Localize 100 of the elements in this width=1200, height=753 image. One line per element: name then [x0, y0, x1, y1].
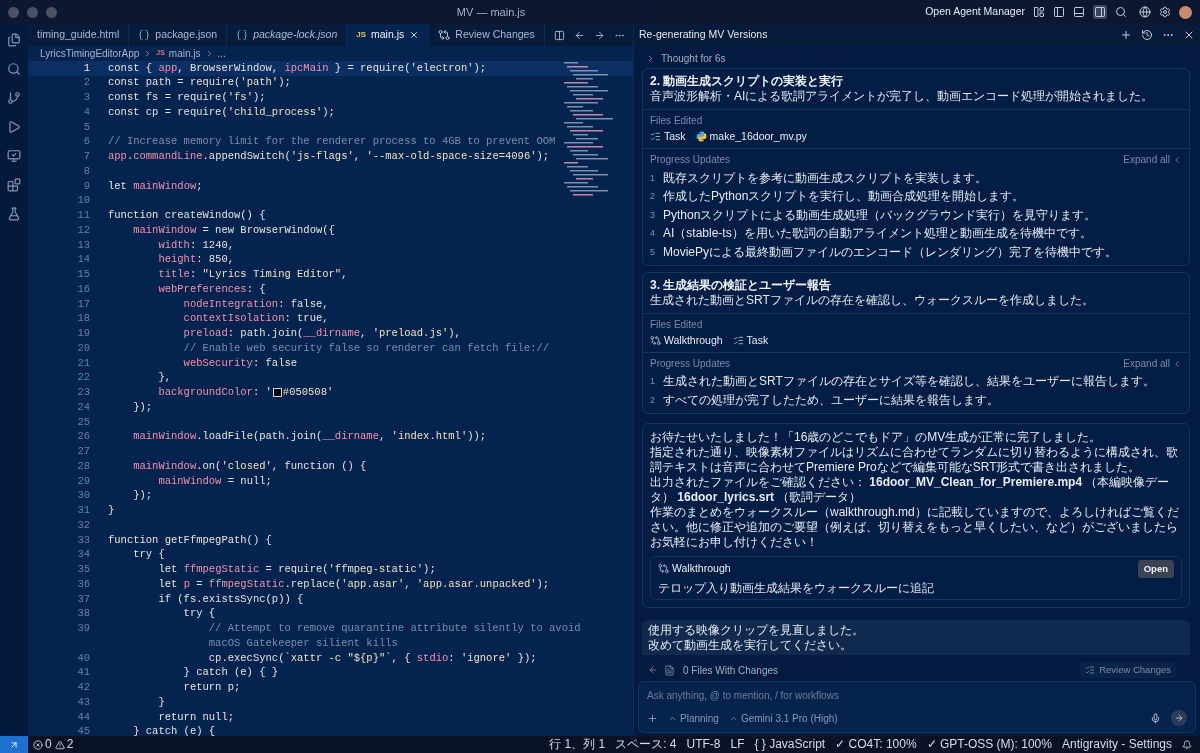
line-number: 40: [77, 651, 90, 664]
file-link[interactable]: make_16door_mv.py: [709, 129, 807, 144]
source-control-icon[interactable]: [7, 91, 21, 105]
status-item[interactable]: { } JavaScript: [754, 737, 826, 752]
code-text: cp.execSync(`xattr -c "${p}"`, { stdio: 'ignore' });: [207, 650, 537, 666]
update-number: 4: [650, 227, 655, 240]
line-number: 7: [83, 150, 90, 162]
code-text: mainWindow = new BrowserWindow({: [132, 222, 335, 238]
status-item[interactable]: スペース: 4: [615, 737, 677, 752]
status-item[interactable]: 行 1、列 1: [549, 737, 606, 752]
line-number: 35: [77, 563, 90, 575]
line-number: 45: [77, 725, 90, 736]
breadcrumb-item[interactable]: ...: [217, 45, 226, 61]
remote-icon[interactable]: [7, 149, 21, 163]
microphone-icon[interactable]: [1150, 712, 1161, 724]
agent-manager-button[interactable]: Open Agent Manager: [925, 4, 1025, 20]
checklist-icon: [650, 131, 661, 142]
settings-icon[interactable]: [1159, 6, 1171, 18]
line-number: 37: [77, 592, 90, 605]
expand-all-button[interactable]: Expand all: [1123, 356, 1182, 371]
file-link[interactable]: Task: [746, 332, 769, 348]
line-number: 33: [77, 533, 90, 546]
line-number: 34: [77, 548, 90, 561]
panel-bottom-icon[interactable]: [1073, 6, 1085, 18]
open-button[interactable]: Open: [1137, 559, 1174, 578]
forward-icon[interactable]: [594, 29, 605, 41]
code-text: app.commandLine.appendSwitch('js-flags', '--max-old-space-size=4096');: [108, 149, 550, 164]
file-link[interactable]: Walkthrough: [664, 332, 723, 348]
status-item[interactable]: ✓ CO4T: 100%: [835, 737, 917, 752]
review-changes-button[interactable]: Review Changes: [1080, 661, 1176, 679]
breadcrumb-item[interactable]: LyricsTimingEditorApp: [40, 45, 140, 61]
code-text: mainWindow.loadFile(path.join(__dirname, 'index.html'));: [132, 429, 487, 445]
step-title: 3. 生成結果の検証とユーザー報告: [650, 277, 833, 293]
step-summary: 音声波形解析・AIによる歌詞アライメントが完了し、動画エンコード処理が開始されました。: [650, 89, 1155, 104]
send-button[interactable]: [1171, 710, 1187, 726]
status-item[interactable]: Antigravity - Settings: [1061, 737, 1172, 752]
code-text: try {: [182, 606, 216, 622]
braces-icon: [138, 29, 151, 41]
files-icon[interactable]: [7, 33, 21, 47]
warning-count[interactable]: 2: [66, 737, 74, 752]
globe-icon[interactable]: [1139, 6, 1151, 18]
line-number: 17: [77, 297, 90, 310]
line-number: 10: [77, 194, 90, 207]
close-icon[interactable]: [409, 30, 420, 40]
add-icon[interactable]: [647, 712, 658, 724]
search-icon[interactable]: [7, 62, 21, 76]
search-icon[interactable]: [1115, 6, 1127, 18]
chat-input-box[interactable]: Ask anything, @ to mention, / for workflows Planning Gemini 3.1 Pro (High): [638, 681, 1196, 733]
extensions-icon[interactable]: [7, 178, 21, 192]
code-text: } catch (e) { }: [182, 665, 279, 681]
color-swatch-icon[interactable]: [272, 388, 282, 398]
expand-all-button[interactable]: Expand all: [1123, 153, 1182, 167]
panel-right-icon[interactable]: [1093, 5, 1107, 19]
response-text: 作業のまとめをウォークスルー（walkthrough.md）に記載していますので、よろしければご覧ください。他に修正や追加のご要望（例えば、切り替えをもっと早くしたい、など）がございましたらお気軽にお申し付けください！: [650, 504, 1180, 550]
panel-left-icon[interactable]: [1053, 6, 1065, 18]
history-icon[interactable]: [1141, 29, 1153, 41]
notifications-icon[interactable]: [1182, 739, 1192, 750]
new-chat-icon[interactable]: [1120, 29, 1132, 41]
file-link[interactable]: Task: [664, 129, 686, 144]
back-icon[interactable]: [648, 665, 658, 675]
line-number: 6: [83, 135, 90, 148]
line-number: 18: [77, 312, 90, 325]
code-text: let p = ffmpegStatic.replace('app.asar', 'app.asar.unpacked');: [157, 576, 550, 592]
layout-icon[interactable]: [1033, 6, 1045, 18]
code-text: nodeIntegration: false,: [182, 296, 329, 312]
code-text: title: "Lyrics Timing Editor",: [157, 267, 348, 282]
update-number: 1: [650, 171, 655, 185]
update-number: 2: [650, 190, 655, 203]
status-item[interactable]: UTF-8: [686, 737, 721, 752]
code-text: let ffmpegStatic = require('ffmpeg-static');: [157, 562, 436, 577]
arrow-icon: [1174, 713, 1184, 723]
line-number: 43: [77, 695, 90, 708]
js-file-icon: JS: [356, 29, 367, 41]
code-text: function createWindow() {: [108, 208, 266, 223]
thought-toggle[interactable]: Thought for 6s: [642, 51, 1190, 66]
split-editor-icon[interactable]: [554, 29, 565, 41]
line-number: 39: [77, 622, 90, 634]
run-icon[interactable]: [7, 120, 21, 134]
flask-icon[interactable]: [7, 207, 21, 221]
close-icon[interactable]: [1183, 29, 1195, 41]
line-number: 9: [83, 179, 90, 192]
mode-selector[interactable]: Planning: [668, 710, 719, 726]
breadcrumb-item[interactable]: main.js: [168, 45, 201, 61]
section-label: Files Edited: [650, 317, 704, 332]
editor-tab[interactable]: JS main.js: [347, 24, 430, 46]
line-number: 12: [77, 223, 90, 236]
line-number: 20: [77, 341, 90, 354]
line-number: 36: [77, 577, 90, 590]
avatar[interactable]: [1179, 5, 1192, 19]
code-text: // Increase memory limit for the renderer process to 4GB to prevent OOM: [108, 134, 556, 150]
line-number: 11: [77, 209, 90, 221]
response-text: 出力されたファイルをご確認ください： 16door_MV_Clean_for_Premiere.mp4 （本編映像データ） 16door_lyrics.srt （歌詞データ）: [650, 474, 1171, 505]
error-count[interactable]: 0: [45, 737, 52, 752]
status-item[interactable]: LF: [730, 737, 745, 752]
section-label: Files Edited: [650, 114, 704, 128]
update-text: AI（stable-ts）を用いた歌詞の自動アライメント処理と動画生成を待機中です。: [663, 226, 1092, 242]
status-item[interactable]: ✓ GPT-OSS (M): 100%: [926, 737, 1052, 752]
back-icon[interactable]: [574, 29, 585, 41]
model-selector[interactable]: Gemini 3.1 Pro (High): [728, 710, 838, 726]
code-text: webSecurity: false: [182, 355, 298, 371]
